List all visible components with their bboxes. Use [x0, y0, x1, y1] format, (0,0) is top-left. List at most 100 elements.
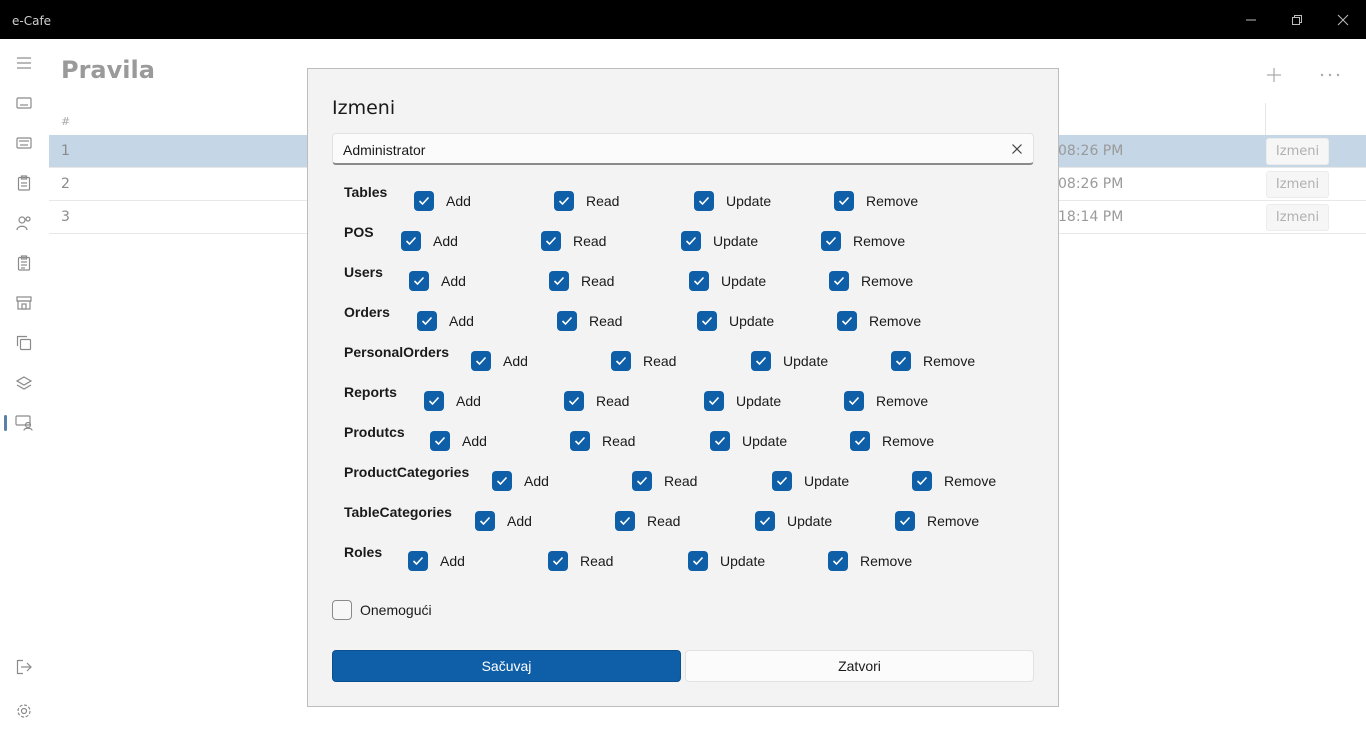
- checkmark-icon[interactable]: [417, 311, 437, 331]
- checkmark-icon[interactable]: [492, 471, 512, 491]
- permission-update-checkbox[interactable]: Update: [697, 309, 774, 333]
- checkmark-icon[interactable]: [834, 191, 854, 211]
- keyboard-icon[interactable]: [12, 91, 36, 115]
- checkmark-icon[interactable]: [564, 391, 584, 411]
- checkmark-icon[interactable]: [821, 231, 841, 251]
- checkmark-icon[interactable]: [541, 231, 561, 251]
- edit-button[interactable]: Izmeni: [1266, 171, 1329, 198]
- checkmark-icon[interactable]: [912, 471, 932, 491]
- sign-out-icon[interactable]: [12, 655, 36, 679]
- checkmark-icon[interactable]: [408, 551, 428, 571]
- permission-remove-checkbox[interactable]: Remove: [821, 229, 905, 253]
- checkmark-icon[interactable]: [424, 391, 444, 411]
- permission-remove-checkbox[interactable]: Remove: [912, 469, 996, 493]
- permission-update-checkbox[interactable]: Update: [688, 549, 765, 573]
- checkmark-icon[interactable]: [430, 431, 450, 451]
- permission-update-checkbox[interactable]: Update: [704, 389, 781, 413]
- person-desk-icon[interactable]: [12, 411, 36, 435]
- permission-update-checkbox[interactable]: Update: [694, 189, 771, 213]
- role-name-input[interactable]: [343, 140, 983, 160]
- checkmark-icon[interactable]: [615, 511, 635, 531]
- permission-remove-checkbox[interactable]: Remove: [850, 429, 934, 453]
- permission-update-checkbox[interactable]: Update: [755, 509, 832, 533]
- permission-add-checkbox[interactable]: Add: [430, 429, 487, 453]
- more-icon[interactable]: [1318, 63, 1342, 87]
- permission-add-checkbox[interactable]: Add: [414, 189, 471, 213]
- permission-update-checkbox[interactable]: Update: [772, 469, 849, 493]
- permission-update-checkbox[interactable]: Update: [751, 349, 828, 373]
- permission-remove-checkbox[interactable]: Remove: [844, 389, 928, 413]
- save-button[interactable]: Sačuvaj: [332, 650, 681, 682]
- permission-read-checkbox[interactable]: Read: [570, 429, 635, 453]
- checkmark-icon[interactable]: [751, 351, 771, 371]
- checkmark-icon[interactable]: [409, 271, 429, 291]
- permission-read-checkbox[interactable]: Read: [557, 309, 622, 333]
- checkmark-icon[interactable]: [710, 431, 730, 451]
- permission-add-checkbox[interactable]: Add: [408, 549, 465, 573]
- permission-read-checkbox[interactable]: Read: [548, 549, 613, 573]
- checkmark-icon[interactable]: [471, 351, 491, 371]
- edit-button[interactable]: Izmeni: [1266, 138, 1329, 165]
- checkmark-icon[interactable]: [694, 191, 714, 211]
- disable-checkbox[interactable]: [332, 600, 352, 620]
- permission-update-checkbox[interactable]: Update: [689, 269, 766, 293]
- permission-read-checkbox[interactable]: Read: [632, 469, 697, 493]
- permission-read-checkbox[interactable]: Read: [554, 189, 619, 213]
- checkmark-icon[interactable]: [704, 391, 724, 411]
- permission-remove-checkbox[interactable]: Remove: [828, 549, 912, 573]
- checkmark-icon[interactable]: [681, 231, 701, 251]
- restore-button[interactable]: [1274, 0, 1320, 39]
- checkmark-icon[interactable]: [837, 311, 857, 331]
- checkmark-icon[interactable]: [772, 471, 792, 491]
- permission-add-checkbox[interactable]: Add: [409, 269, 466, 293]
- permission-read-checkbox[interactable]: Read: [564, 389, 629, 413]
- settings-icon[interactable]: [12, 699, 36, 723]
- minimize-button[interactable]: [1228, 0, 1274, 39]
- permission-add-checkbox[interactable]: Add: [471, 349, 528, 373]
- checkmark-icon[interactable]: [570, 431, 590, 451]
- permission-add-checkbox[interactable]: Add: [401, 229, 458, 253]
- permission-read-checkbox[interactable]: Read: [611, 349, 676, 373]
- checkmark-icon[interactable]: [844, 391, 864, 411]
- clear-button[interactable]: [1009, 141, 1025, 157]
- keyboard-alt-icon[interactable]: [12, 131, 36, 155]
- permission-add-checkbox[interactable]: Add: [424, 389, 481, 413]
- permission-read-checkbox[interactable]: Read: [549, 269, 614, 293]
- checkmark-icon[interactable]: [414, 191, 434, 211]
- people-icon[interactable]: [12, 211, 36, 235]
- checkmark-icon[interactable]: [548, 551, 568, 571]
- checkmark-icon[interactable]: [755, 511, 775, 531]
- clipboard-icon[interactable]: [12, 171, 36, 195]
- permission-remove-checkbox[interactable]: Remove: [895, 509, 979, 533]
- clipboard-list-icon[interactable]: [12, 251, 36, 275]
- checkmark-icon[interactable]: [611, 351, 631, 371]
- checkmark-icon[interactable]: [891, 351, 911, 371]
- checkmark-icon[interactable]: [401, 231, 421, 251]
- role-name-field[interactable]: [332, 133, 1034, 165]
- checkmark-icon[interactable]: [895, 511, 915, 531]
- hamburger-menu-icon[interactable]: [12, 51, 36, 75]
- permission-update-checkbox[interactable]: Update: [710, 429, 787, 453]
- checkmark-icon[interactable]: [554, 191, 574, 211]
- plus-icon[interactable]: [1262, 63, 1286, 87]
- permission-add-checkbox[interactable]: Add: [475, 509, 532, 533]
- permission-remove-checkbox[interactable]: Remove: [837, 309, 921, 333]
- checkmark-icon[interactable]: [829, 271, 849, 291]
- checkmark-icon[interactable]: [688, 551, 708, 571]
- permission-read-checkbox[interactable]: Read: [541, 229, 606, 253]
- checkmark-icon[interactable]: [689, 271, 709, 291]
- checkmark-icon[interactable]: [549, 271, 569, 291]
- checkmark-icon[interactable]: [828, 551, 848, 571]
- permission-read-checkbox[interactable]: Read: [615, 509, 680, 533]
- checkmark-icon[interactable]: [697, 311, 717, 331]
- checkmark-icon[interactable]: [632, 471, 652, 491]
- permission-remove-checkbox[interactable]: Remove: [891, 349, 975, 373]
- permission-remove-checkbox[interactable]: Remove: [829, 269, 913, 293]
- checkmark-icon[interactable]: [557, 311, 577, 331]
- permission-add-checkbox[interactable]: Add: [492, 469, 549, 493]
- close-dialog-button[interactable]: Zatvori: [685, 650, 1034, 682]
- checkmark-icon[interactable]: [475, 511, 495, 531]
- edit-button[interactable]: Izmeni: [1266, 204, 1329, 231]
- disable-checkbox-row[interactable]: Onemogući: [332, 600, 432, 620]
- permission-remove-checkbox[interactable]: Remove: [834, 189, 918, 213]
